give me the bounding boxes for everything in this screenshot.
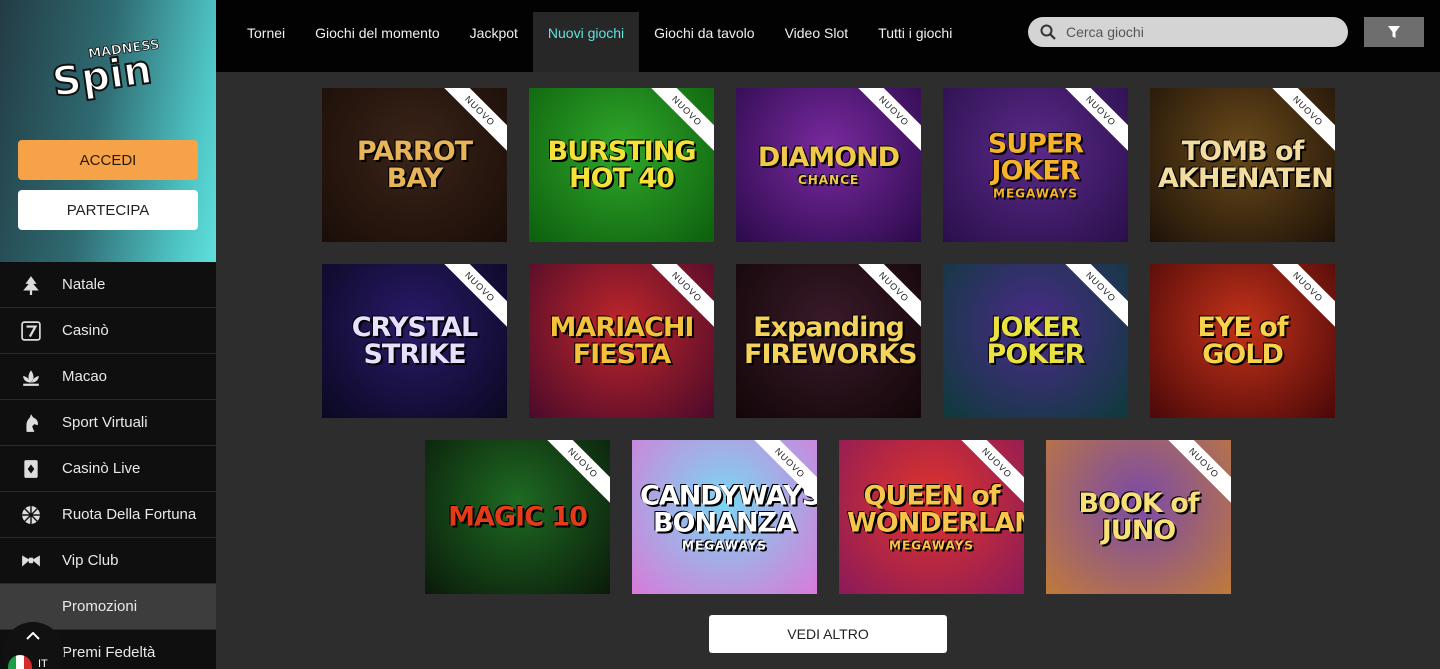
game-title: BOOK of JUNO (1046, 490, 1231, 544)
game-title: SUPER JOKER MEGAWAYS (943, 131, 1128, 200)
search-input[interactable] (1066, 24, 1326, 40)
new-badge: NUOVO (537, 440, 610, 509)
seven-icon (0, 320, 62, 341)
sidebar-item-casin-live[interactable]: Casinò Live (0, 446, 216, 492)
bowtie-icon (0, 551, 62, 571)
language-code[interactable]: IT (38, 658, 48, 669)
tab-giochi-da-tavolo[interactable]: Giochi da tavolo (639, 12, 769, 72)
search-icon (1040, 24, 1056, 40)
game-title: JOKER POKER (943, 314, 1128, 368)
card-icon (0, 459, 62, 479)
game-title-text: JOKER POKER (986, 312, 1086, 370)
game-title-text: CRYSTAL STRIKE (351, 312, 479, 370)
game-title-text: SUPER JOKER (987, 128, 1084, 187)
sidebar-item-label: Casinò (62, 322, 109, 339)
see-more-button[interactable]: VEDI ALTRO (709, 615, 947, 653)
game-title-text: CANDYWAYS BONANZA (640, 480, 817, 539)
game-title: PARROT BAY (322, 138, 507, 192)
svg-text:Spin: Spin (50, 47, 155, 104)
game-tile[interactable]: TOMB of AKHENATEN NUOVO (1150, 88, 1335, 242)
sidebar: MADNESS Spin ACCEDI PARTECIPA Natale Casi… (0, 0, 216, 669)
sidebar-item-label: Vip Club (62, 552, 119, 569)
game-title-text: MAGIC 10 (448, 501, 588, 533)
game-tile[interactable]: PARROT BAY NUOVO (322, 88, 507, 242)
tab-video-slot[interactable]: Video Slot (770, 12, 864, 72)
sidebar-nav: Natale Casinò Macao Sport Virtuali Casinò Li… (0, 262, 216, 669)
game-title: Expanding FIREWORKS (736, 314, 921, 368)
game-title: CANDYWAYS BONANZA MEGAWAYS (632, 483, 817, 552)
game-tile[interactable]: BOOK of JUNO NUOVO (1046, 440, 1231, 594)
game-subtitle: CHANCE (797, 173, 860, 187)
game-title: MARIACHI FIESTA (529, 314, 714, 368)
horse-icon (0, 413, 62, 433)
game-title: DIAMOND CHANCE (736, 144, 921, 186)
game-title: BURSTING HOT 40 (529, 138, 714, 192)
game-tile[interactable]: BURSTING HOT 40 NUOVO (529, 88, 714, 242)
sidebar-item-label: Casinò Live (62, 460, 141, 477)
sidebar-item-label: Natale (62, 276, 106, 293)
sidebar-item-macao[interactable]: Macao (0, 354, 216, 400)
game-title-text: PARROT BAY (356, 136, 473, 194)
sidebar-item-label: Sport Virtuali (62, 414, 148, 431)
game-tile[interactable]: MAGIC 10 NUOVO (425, 440, 610, 594)
tab-tornei[interactable]: Tornei (232, 12, 300, 72)
game-tile[interactable]: MARIACHI FIESTA NUOVO (529, 264, 714, 418)
sidebar-item-natale[interactable]: Natale (0, 262, 216, 308)
search-bar[interactable] (1028, 17, 1348, 47)
game-tile[interactable]: EYE of GOLD NUOVO (1150, 264, 1335, 418)
game-tile[interactable]: SUPER JOKER MEGAWAYS NUOVO (943, 88, 1128, 242)
tab-tutti-i-giochi[interactable]: Tutti i giochi (863, 12, 967, 72)
game-subtitle: MEGAWAYS (682, 538, 767, 553)
lotus-icon (0, 367, 62, 387)
game-title: EYE of GOLD (1150, 314, 1335, 368)
sidebar-item-vip-club[interactable]: Vip Club (0, 538, 216, 584)
chevron-up-icon (26, 632, 40, 640)
game-tile[interactable]: JOKER POKER NUOVO (943, 264, 1128, 418)
sidebar-item-casin-[interactable]: Casinò (0, 308, 216, 354)
game-title-text: BURSTING HOT 40 (547, 136, 697, 194)
game-title-text: DIAMOND (757, 142, 900, 173)
top-bar: Tornei Giochi del momento Jackpot Nuovi gio… (216, 0, 1440, 72)
game-title-text: QUEEN of WONDERLAND (847, 480, 1024, 539)
game-tile[interactable]: Expanding FIREWORKS NUOVO (736, 264, 921, 418)
game-category-tabs: Tornei Giochi del momento Jackpot Nuovi gio… (232, 12, 967, 72)
login-button[interactable]: ACCEDI (18, 140, 198, 180)
filter-icon (1388, 26, 1400, 38)
game-subtitle: MEGAWAYS (889, 538, 974, 553)
game-subtitle: MEGAWAYS (993, 186, 1078, 201)
sidebar-header: MADNESS Spin ACCEDI PARTECIPA (0, 0, 216, 262)
sidebar-item-sport-virtuali[interactable]: Sport Virtuali (0, 400, 216, 446)
game-title-text: MARIACHI FIESTA (549, 312, 695, 370)
game-title: TOMB of AKHENATEN (1150, 138, 1335, 192)
games-grid: PARROT BAY NUOVO BURSTING HOT 40 NUOVO DIAMO… (216, 72, 1440, 669)
sidebar-item-ruota-della-fortuna[interactable]: Ruota Della Fortuna (0, 492, 216, 538)
game-title-text: EYE of GOLD (1197, 312, 1288, 370)
game-title: CRYSTAL STRIKE (322, 314, 507, 368)
game-title-text: Expanding FIREWORKS (744, 312, 918, 370)
game-title: MAGIC 10 (425, 504, 610, 531)
wheel-icon (0, 505, 62, 525)
game-tile[interactable]: CRYSTAL STRIKE NUOVO (322, 264, 507, 418)
sidebar-item-label: Promozioni (62, 598, 138, 615)
game-title: QUEEN of WONDERLANDMEGAWAYS (839, 483, 1024, 552)
christmas-tree-icon (0, 275, 62, 295)
game-tile[interactable]: DIAMOND CHANCE NUOVO (736, 88, 921, 242)
game-title-text: TOMB of AKHENATEN (1158, 136, 1334, 194)
tab-jackpot[interactable]: Jackpot (455, 12, 533, 72)
sidebar-item-label: Macao (62, 368, 108, 385)
game-tile[interactable]: QUEEN of WONDERLANDMEGAWAYSNUOVO (839, 440, 1024, 594)
madness-spin-logo[interactable]: MADNESS Spin (48, 30, 172, 104)
register-button[interactable]: PARTECIPA (18, 190, 198, 230)
sidebar-item-label: Premi Fedeltà (62, 644, 156, 661)
filter-button[interactable] (1364, 17, 1424, 47)
tab-giochi-del-momento[interactable]: Giochi del momento (300, 12, 455, 72)
game-title-text: BOOK of JUNO (1078, 488, 1199, 546)
sidebar-item-label: Ruota Della Fortuna (62, 506, 197, 523)
game-tile[interactable]: CANDYWAYS BONANZA MEGAWAYS NUOVO (632, 440, 817, 594)
tab-nuovi-giochi[interactable]: Nuovi giochi (532, 12, 640, 72)
